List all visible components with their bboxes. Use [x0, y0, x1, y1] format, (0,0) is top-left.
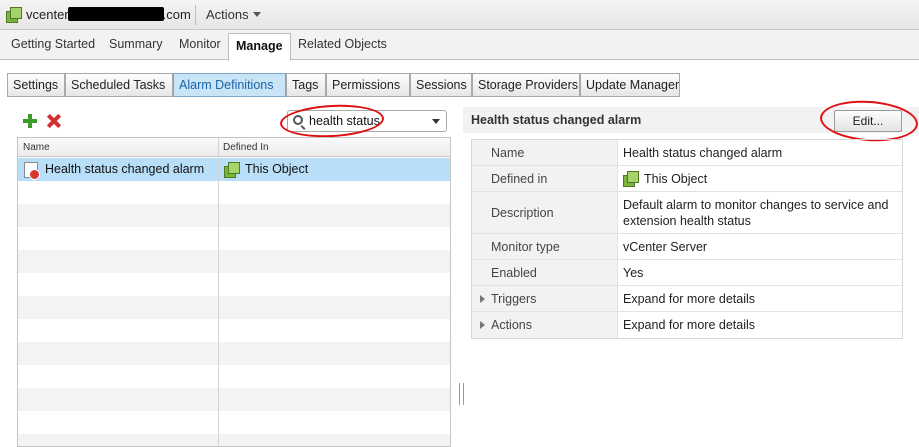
property-key: Triggers — [491, 292, 537, 306]
property-key: Name — [491, 146, 525, 160]
property-key: Description — [491, 206, 554, 220]
grid-header: Name Defined In — [18, 138, 450, 157]
filter-combo[interactable] — [287, 110, 447, 132]
add-alarm-button[interactable] — [22, 113, 38, 129]
vcenter-icon — [6, 7, 22, 23]
empty-row — [18, 204, 450, 227]
vcenter-icon — [623, 171, 639, 187]
pane-splitter[interactable] — [459, 383, 464, 405]
actions-label: Actions — [206, 7, 249, 22]
tab-getting-started[interactable]: Getting Started — [11, 37, 95, 51]
property-key-cell: Name — [472, 140, 618, 165]
property-key: Enabled — [491, 266, 537, 280]
property-key: Monitor type — [491, 240, 560, 254]
property-value: vCenter Server — [623, 240, 708, 254]
property-row-defined-in: Defined in This Object — [472, 166, 902, 192]
property-key-cell: Enabled — [472, 260, 618, 285]
empty-row — [18, 342, 450, 365]
empty-row — [18, 365, 450, 388]
property-key-cell: Defined in — [472, 166, 618, 191]
subtab-settings[interactable]: Settings — [7, 73, 65, 97]
tab-related-objects[interactable]: Related Objects — [298, 37, 387, 51]
empty-row — [18, 434, 450, 446]
property-row-description: Description Default alarm to monitor cha… — [472, 192, 902, 234]
title-bar: vcenter .com Actions — [0, 0, 919, 30]
subtab-scheduled-tasks[interactable]: Scheduled Tasks — [65, 73, 173, 97]
search-icon — [293, 115, 303, 125]
subtab-tags[interactable]: Tags — [286, 73, 326, 97]
divider — [195, 5, 196, 25]
redaction-mark — [67, 7, 164, 21]
column-header-defined-in[interactable]: Defined In — [223, 142, 269, 153]
row-name: Health status changed alarm — [45, 162, 205, 176]
subtab-permissions[interactable]: Permissions — [326, 73, 410, 97]
edit-button[interactable]: Edit... — [834, 110, 902, 132]
column-divider — [218, 138, 219, 446]
property-key-cell: Actions — [472, 312, 618, 338]
host-name-prefix: vcenter — [26, 7, 69, 22]
actions-menu[interactable]: Actions — [206, 7, 261, 22]
details-title: Health status changed alarm — [471, 113, 642, 127]
empty-row — [18, 388, 450, 411]
column-header-name[interactable]: Name — [23, 142, 50, 153]
property-key-cell: Triggers — [472, 286, 618, 311]
expand-arrow-icon[interactable] — [480, 321, 485, 329]
property-value: Default alarm to monitor changes to serv… — [623, 198, 889, 228]
main-tabs: Getting Started Summary Monitor Manage R… — [0, 30, 919, 61]
property-value: Health status changed alarm — [623, 146, 783, 160]
empty-row — [18, 411, 450, 434]
property-row-name: Name Health status changed alarm — [472, 140, 902, 166]
property-row-actions[interactable]: Actions Expand for more details — [472, 312, 902, 338]
subtab-alarm-definitions[interactable]: Alarm Definitions — [173, 73, 286, 97]
alarm-definitions-grid: Name Defined In Health status changed al… — [17, 137, 451, 447]
property-value: Yes — [623, 266, 644, 280]
alarm-icon — [24, 162, 40, 180]
tab-monitor[interactable]: Monitor — [179, 37, 221, 51]
property-value: Expand for more details — [623, 292, 756, 306]
delete-alarm-button[interactable] — [46, 113, 62, 129]
subtab-update-manager[interactable]: Update Manager — [580, 73, 680, 97]
property-value: Expand for more details — [623, 318, 756, 332]
empty-row — [18, 227, 450, 250]
chevron-down-icon[interactable] — [432, 119, 440, 124]
filter-input[interactable] — [309, 113, 424, 129]
vcenter-icon — [224, 162, 240, 178]
host-name: vcenter .com — [26, 7, 191, 22]
property-row-monitor-type: Monitor type vCenter Server — [472, 234, 902, 260]
property-key: Actions — [491, 318, 532, 332]
tab-summary[interactable]: Summary — [109, 37, 162, 51]
property-row-enabled: Enabled Yes — [472, 260, 902, 286]
subtab-storage-providers[interactable]: Storage Providers — [472, 73, 580, 97]
property-key-cell: Monitor type — [472, 234, 618, 259]
row-defined-in: This Object — [245, 162, 309, 176]
alarm-properties: Name Health status changed alarm Defined… — [471, 139, 903, 339]
property-key: Defined in — [491, 172, 548, 186]
tab-manage[interactable]: Manage — [228, 33, 291, 61]
expand-arrow-icon[interactable] — [480, 295, 485, 303]
subtab-sessions[interactable]: Sessions — [410, 73, 472, 97]
host-name-suffix: .com — [162, 7, 191, 22]
empty-row — [18, 181, 450, 204]
property-row-triggers[interactable]: Triggers Expand for more details — [472, 286, 902, 312]
table-row[interactable]: Health status changed alarm This Object — [18, 158, 450, 181]
empty-row — [18, 319, 450, 342]
chevron-down-icon — [252, 12, 261, 17]
empty-row — [18, 296, 450, 319]
property-value: This Object — [644, 172, 708, 186]
empty-row — [18, 250, 450, 273]
empty-row — [18, 273, 450, 296]
property-key-cell: Description — [472, 192, 618, 233]
